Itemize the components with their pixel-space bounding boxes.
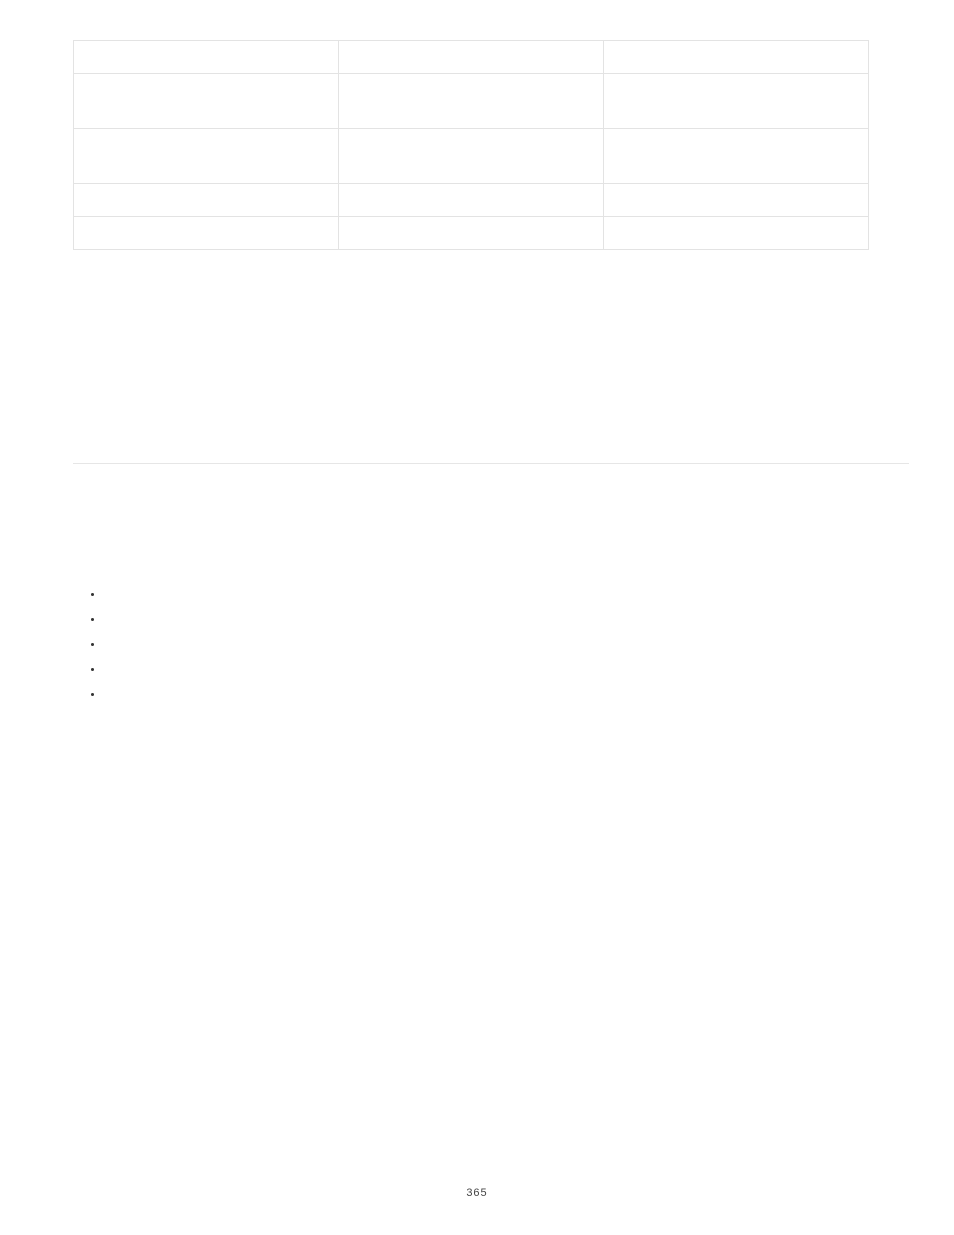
list-item — [103, 682, 899, 707]
list-item — [103, 632, 899, 657]
table-cell — [338, 74, 603, 129]
table-cell — [74, 74, 339, 129]
table-cell — [603, 129, 868, 184]
table-cell — [603, 41, 868, 74]
table-cell — [338, 41, 603, 74]
table-cell — [74, 184, 339, 217]
table-row — [74, 74, 869, 129]
table-cell — [603, 74, 868, 129]
page-number: 365 — [0, 1187, 954, 1199]
spacer — [73, 250, 899, 455]
bullet-list — [73, 582, 899, 707]
table-row — [74, 41, 869, 74]
table-row — [74, 184, 869, 217]
table-row — [74, 129, 869, 184]
list-item — [103, 607, 899, 632]
table-cell — [74, 41, 339, 74]
list-item — [103, 582, 899, 607]
page: 365 — [0, 0, 954, 1235]
table-cell — [338, 184, 603, 217]
data-table — [73, 40, 869, 250]
table-cell — [338, 217, 603, 250]
table-cell — [603, 184, 868, 217]
table-cell — [338, 129, 603, 184]
list-item — [103, 657, 899, 682]
table-body — [74, 41, 869, 250]
table-row — [74, 217, 869, 250]
content-area — [73, 40, 899, 707]
table-cell — [74, 217, 339, 250]
spacer — [73, 472, 899, 582]
table-cell — [603, 217, 868, 250]
table-cell — [74, 129, 339, 184]
divider — [73, 463, 909, 464]
